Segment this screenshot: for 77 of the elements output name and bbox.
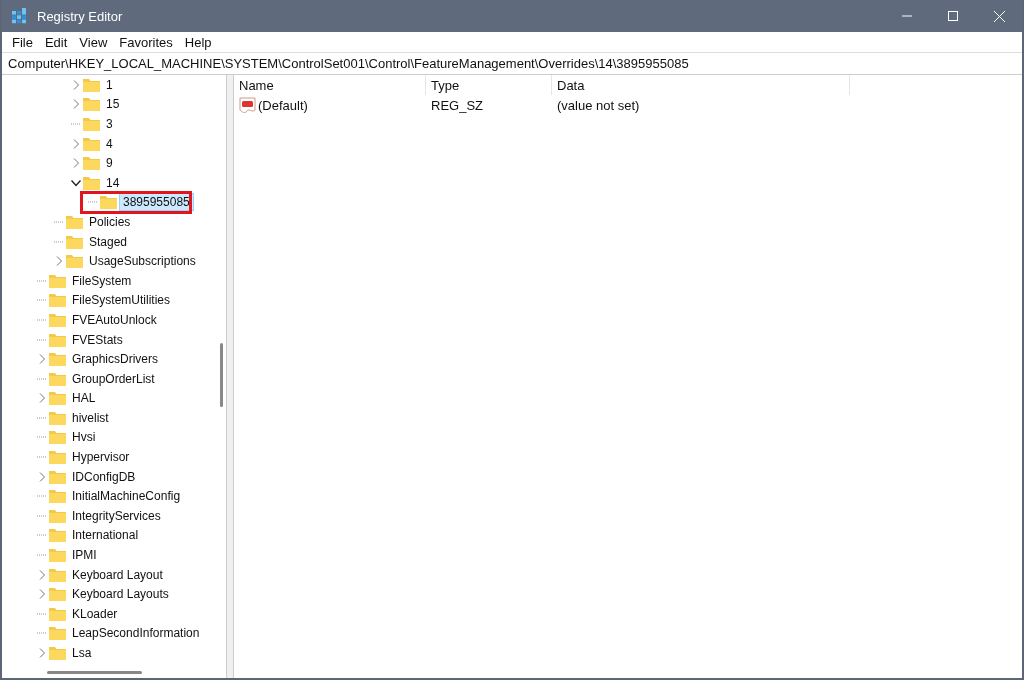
folder-icon bbox=[49, 450, 66, 465]
folder-icon bbox=[49, 312, 66, 327]
folder-icon bbox=[83, 136, 100, 151]
folder-icon bbox=[49, 508, 66, 523]
menu-item[interactable]: Help bbox=[178, 34, 218, 50]
folder-icon bbox=[49, 273, 66, 288]
tree-item[interactable]: UsageSubscriptions bbox=[85, 252, 200, 271]
address-bar[interactable]: Computer\HKEY_LOCAL_MACHINE\SYSTEM\ControlSet001\Control\FeatureManagement\Overrides\14\3895955085 bbox=[2, 52, 1022, 75]
tree-item[interactable]: HAL bbox=[68, 389, 100, 408]
tree-item[interactable]: KLoader bbox=[68, 604, 122, 623]
folder-icon bbox=[49, 489, 66, 504]
folder-icon bbox=[83, 77, 100, 92]
folder-icon bbox=[49, 626, 66, 641]
menu-item[interactable]: View bbox=[73, 34, 114, 50]
folder-icon bbox=[49, 391, 66, 406]
column-header[interactable]: Name bbox=[234, 75, 426, 95]
folder-icon bbox=[49, 528, 66, 543]
close-icon bbox=[993, 10, 1005, 22]
tree-item[interactable]: hivelist bbox=[68, 408, 113, 427]
tree-item[interactable]: FVEStats bbox=[68, 330, 127, 349]
menu-item[interactable]: Favorites bbox=[113, 34, 179, 50]
tree-item[interactable]: Hvsi bbox=[68, 428, 100, 447]
value-data-cell-text: (value not set) bbox=[556, 97, 641, 113]
tree-item[interactable]: 14 bbox=[102, 173, 124, 192]
tree-item[interactable]: 15 bbox=[102, 95, 124, 114]
tree-item[interactable]: 9 bbox=[102, 154, 117, 173]
tree-item[interactable]: FileSystemUtilities bbox=[68, 291, 174, 310]
tree-item[interactable]: Keyboard Layout bbox=[68, 565, 167, 584]
folder-icon bbox=[49, 469, 66, 484]
tree-item[interactable]: Hypervisor bbox=[68, 448, 134, 467]
column-header[interactable]: Type bbox=[426, 75, 552, 95]
folder-icon bbox=[49, 606, 66, 621]
folder-icon bbox=[83, 175, 100, 190]
tree-item[interactable]: InitialMachineConfig bbox=[68, 487, 185, 506]
tree-item[interactable]: 1 bbox=[102, 75, 117, 94]
value-name-cell[interactable]: (Default) bbox=[234, 97, 426, 113]
folder-icon bbox=[83, 117, 100, 131]
folder-icon bbox=[83, 97, 100, 112]
tree-item[interactable]: Policies bbox=[85, 212, 135, 231]
tree-item[interactable]: Keyboard Layouts bbox=[68, 585, 173, 604]
folder-icon bbox=[49, 567, 66, 582]
folder-icon bbox=[49, 646, 66, 660]
folder-icon bbox=[83, 156, 100, 171]
tree-item[interactable]: FVEAutoUnlock bbox=[68, 310, 161, 329]
folder-icon bbox=[49, 430, 66, 445]
registry-editor-icon bbox=[11, 8, 27, 24]
chevron-icon[interactable] bbox=[71, 177, 81, 188]
value-type-cell-text: REG_SZ bbox=[430, 97, 484, 113]
tree-item[interactable]: International bbox=[68, 526, 143, 545]
tree-item[interactable]: IntegrityServices bbox=[68, 506, 165, 525]
tree-item[interactable]: 4 bbox=[102, 134, 117, 153]
folder-icon bbox=[49, 332, 66, 347]
window-title: Registry Editor bbox=[37, 8, 123, 24]
tree-item[interactable]: LeapSecondInformation bbox=[68, 624, 204, 643]
folder-icon bbox=[66, 234, 83, 249]
folder-icon bbox=[49, 371, 66, 386]
maximize-icon bbox=[948, 11, 958, 21]
menu-item[interactable]: Edit bbox=[38, 34, 74, 50]
folder-icon bbox=[66, 254, 83, 269]
folder-icon bbox=[49, 548, 66, 563]
tree-item[interactable]: Lsa bbox=[68, 644, 96, 662]
tree-item[interactable]: IDConfigDB bbox=[68, 467, 140, 486]
tree-item[interactable]: 3 bbox=[102, 115, 117, 133]
string-value-icon bbox=[239, 97, 256, 113]
folder-icon bbox=[49, 352, 66, 367]
tree-item[interactable]: IPMI bbox=[68, 546, 101, 565]
folder-icon bbox=[66, 214, 83, 229]
tree-item[interactable]: FileSystem bbox=[68, 271, 136, 290]
folder-icon bbox=[49, 410, 66, 425]
folder-icon bbox=[49, 587, 66, 602]
folder-icon bbox=[49, 293, 66, 308]
tree-item[interactable]: Staged bbox=[85, 232, 132, 251]
tree-item[interactable]: GroupOrderList bbox=[68, 369, 159, 388]
tree-item[interactable]: GraphicsDrivers bbox=[68, 350, 162, 369]
menu-item[interactable]: File bbox=[6, 34, 39, 50]
column-header[interactable]: Data bbox=[552, 75, 850, 95]
folder-icon bbox=[100, 195, 117, 210]
